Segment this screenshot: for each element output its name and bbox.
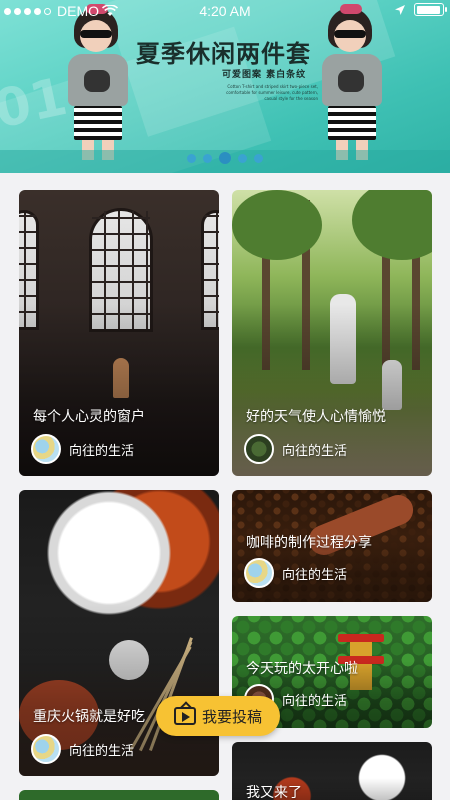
- author-name: 向往的生活: [282, 443, 348, 459]
- tv-play-icon: [173, 707, 196, 725]
- pager-dot[interactable]: [254, 153, 263, 163]
- banner-title: 夏季休闲两件套: [136, 40, 311, 68]
- submit-post-label: 我要投稿: [201, 707, 262, 726]
- feed-card[interactable]: 好的天气使人心情愉悦 向往的生活: [232, 190, 432, 476]
- card-title: 咖啡的制作过程分享: [246, 535, 372, 551]
- avatar: [31, 434, 61, 464]
- author-name: 向往的生活: [282, 567, 348, 583]
- banner-pager[interactable]: [0, 152, 450, 164]
- feed-card[interactable]: [19, 790, 219, 800]
- card-title: 每个人心灵的窗户: [33, 409, 145, 425]
- card-author[interactable]: 向往的生活: [244, 434, 347, 464]
- card-author[interactable]: 向往的生活: [31, 734, 134, 764]
- card-title: 好的天气使人心情愉悦: [246, 409, 386, 425]
- avatar: [31, 734, 61, 764]
- model-girl-image: [316, 4, 388, 160]
- pager-dot[interactable]: [238, 153, 247, 163]
- feed-card[interactable]: 每个人心灵的窗户 向往的生活: [19, 190, 219, 476]
- battery-icon: [414, 3, 447, 16]
- status-time: 4:20 AM: [199, 3, 251, 19]
- location-arrow-icon: [395, 4, 405, 15]
- author-name: 向往的生活: [69, 743, 135, 759]
- submit-post-button[interactable]: 我要投稿: [156, 696, 280, 736]
- card-title: 重庆火锅就是好吃: [33, 709, 145, 725]
- status-bar: DEMO 4:20 AM: [0, 0, 450, 22]
- promo-banner[interactable]: 016 夏季休闲两件套 可爱图案 素白条纹 Cotton T-shirt and…: [0, 0, 450, 173]
- avatar: [244, 558, 274, 588]
- card-author[interactable]: 向往的生活: [244, 558, 347, 588]
- card-title: 今天玩的太开心啦: [246, 661, 358, 677]
- banner-subtitle: 可爱图案 素白条纹: [222, 70, 307, 80]
- feed-card[interactable]: 我又来了: [232, 742, 432, 800]
- feed-card[interactable]: 咖啡的制作过程分享 向往的生活: [232, 490, 432, 602]
- banner-description: Cotton T-shirt and striped skirt two-pie…: [226, 84, 318, 101]
- pager-dot-active[interactable]: [219, 152, 231, 164]
- pager-dot[interactable]: [203, 153, 212, 163]
- author-name: 向往的生活: [282, 693, 348, 709]
- card-author[interactable]: 向往的生活: [31, 434, 134, 464]
- author-name: 向往的生活: [69, 443, 135, 459]
- card-title: 我又来了: [246, 785, 302, 800]
- avatar: [244, 434, 274, 464]
- pager-dot[interactable]: [187, 153, 196, 163]
- model-girl-image: [62, 4, 134, 160]
